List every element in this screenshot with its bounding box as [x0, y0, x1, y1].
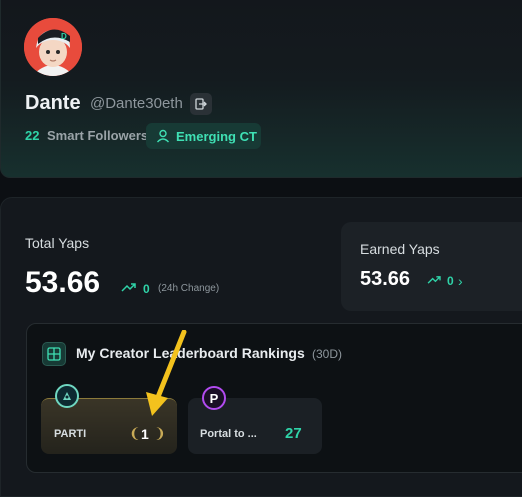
- annotation-arrow-icon: [146, 330, 187, 416]
- laurel-right-icon: ❩: [154, 425, 166, 441]
- leaderboard-title: My Creator Leaderboard Rankings: [76, 345, 305, 361]
- leaderboard-period: (30D): [312, 347, 343, 361]
- user-handle: @Dante30eth: [90, 95, 183, 112]
- user-icon: [156, 129, 170, 143]
- logout-icon: [195, 98, 207, 110]
- laurel-left-icon: ❨: [129, 425, 141, 441]
- display-name: Dante: [25, 92, 81, 114]
- ranking-position: 27: [285, 425, 302, 442]
- logout-button[interactable]: [190, 93, 212, 115]
- tier-badge[interactable]: Emerging CT: [146, 123, 261, 149]
- smart-followers-count: 22: [25, 128, 40, 143]
- earned-yaps-card[interactable]: [341, 222, 522, 311]
- earned-yaps-label: Earned Yaps: [360, 241, 440, 257]
- profile-card: [0, 0, 522, 178]
- portal-logo-icon: P: [202, 386, 226, 410]
- tier-label: Emerging CT: [176, 128, 257, 144]
- leaderboard-grid-icon: [42, 342, 66, 366]
- ranking-project-name: Portal to ...: [200, 428, 257, 440]
- parti-logo-icon: [55, 384, 79, 408]
- total-yaps-label: Total Yaps: [25, 235, 90, 251]
- smart-followers-label: Smart Followers: [47, 128, 149, 143]
- avatar[interactable]: D: [24, 18, 82, 76]
- trending-up-icon: [427, 276, 441, 284]
- ranking-position: 1: [141, 426, 149, 442]
- total-yaps-change-period: (24h Change): [158, 283, 220, 294]
- earned-yaps-value: 53.66: [360, 268, 411, 290]
- earned-yaps-change: 0: [447, 274, 454, 288]
- svg-text:D: D: [61, 32, 67, 41]
- total-yaps-change: 0: [143, 282, 150, 296]
- total-yaps-value: 53.66: [25, 266, 101, 299]
- chevron-right-icon[interactable]: ›: [458, 273, 463, 289]
- ranking-project-name: PARTI: [54, 428, 87, 440]
- trending-up-icon: [121, 283, 136, 292]
